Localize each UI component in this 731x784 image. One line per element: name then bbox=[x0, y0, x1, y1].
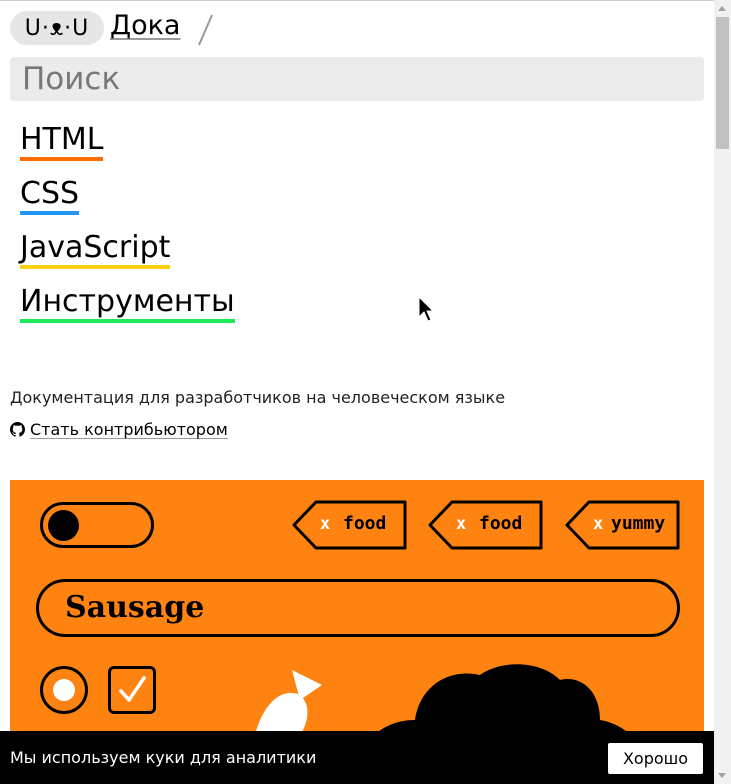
scrollbar-thumb[interactable] bbox=[716, 17, 729, 149]
nav-item-label: CSS bbox=[20, 176, 80, 215]
cookie-message: Мы используем куки для аналитики bbox=[10, 748, 317, 767]
search-input[interactable] bbox=[10, 57, 704, 101]
nav-item-css[interactable]: CSS bbox=[20, 167, 235, 221]
cookie-banner: Мы используем куки для аналитики Хорошо bbox=[0, 731, 714, 784]
page: U·ᴥ·U Дока HTML CSS JavaScript Инструмен… bbox=[0, 0, 714, 784]
mouse-cursor-icon bbox=[418, 296, 434, 322]
nav-item-label: JavaScript bbox=[20, 230, 171, 269]
site-tagline: Документация для разработчиков на челове… bbox=[10, 388, 506, 407]
brand-link[interactable]: Дока bbox=[110, 10, 180, 42]
cookie-accept-button[interactable]: Хорошо bbox=[608, 743, 703, 774]
scroll-down-icon[interactable] bbox=[718, 773, 726, 778]
github-icon bbox=[10, 422, 25, 437]
contribute-link[interactable]: Стать контрибьютором bbox=[10, 420, 228, 439]
logo-text: U·ᴥ·U bbox=[24, 16, 90, 41]
main-nav: HTML CSS JavaScript Инструменты bbox=[20, 113, 235, 329]
nav-item-html[interactable]: HTML bbox=[20, 113, 235, 167]
scroll-up-icon[interactable] bbox=[718, 6, 726, 11]
logo[interactable]: U·ᴥ·U bbox=[10, 11, 104, 45]
nav-item-javascript[interactable]: JavaScript bbox=[20, 221, 235, 275]
contribute-label: Стать контрибьютором bbox=[30, 420, 228, 439]
nav-item-label: Инструменты bbox=[20, 284, 235, 323]
vertical-scrollbar[interactable] bbox=[714, 0, 731, 784]
nav-item-tools[interactable]: Инструменты bbox=[20, 275, 235, 329]
breadcrumb-separator-icon bbox=[198, 14, 213, 46]
nav-item-label: HTML bbox=[20, 122, 104, 161]
